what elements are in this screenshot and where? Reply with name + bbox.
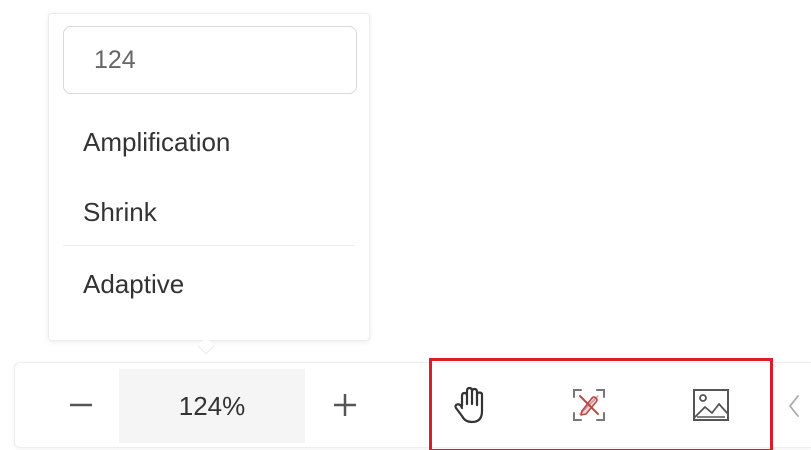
zoom-out-button[interactable] <box>59 381 103 429</box>
menu-item-amplification[interactable]: Amplification <box>83 127 230 157</box>
pan-tool-button[interactable] <box>443 377 499 433</box>
zoom-in-button[interactable] <box>323 381 367 429</box>
image-icon <box>693 389 729 421</box>
viewer-toolbar: 124% <box>14 358 811 450</box>
hide-annotation-button[interactable] <box>561 377 617 433</box>
minus-icon <box>70 403 92 407</box>
menu-item-shrink[interactable]: Shrink <box>83 197 157 227</box>
plus-icon <box>334 394 356 416</box>
zoom-percent-input[interactable] <box>63 26 357 94</box>
image-tool-button[interactable] <box>683 377 739 433</box>
collapse-toolbar-button[interactable] <box>783 389 805 423</box>
hide-annotation-icon <box>573 389 605 421</box>
viewer-stage: Amplification Shrink Adaptive 124% <box>0 0 811 450</box>
chevron-left-icon <box>789 395 799 417</box>
zoom-level-display[interactable]: 124% <box>119 369 305 443</box>
menu-divider <box>63 245 355 246</box>
hand-icon <box>454 386 484 424</box>
menu-item-adaptive[interactable]: Adaptive <box>83 269 184 299</box>
zoom-dropdown: Amplification Shrink Adaptive <box>48 13 370 341</box>
